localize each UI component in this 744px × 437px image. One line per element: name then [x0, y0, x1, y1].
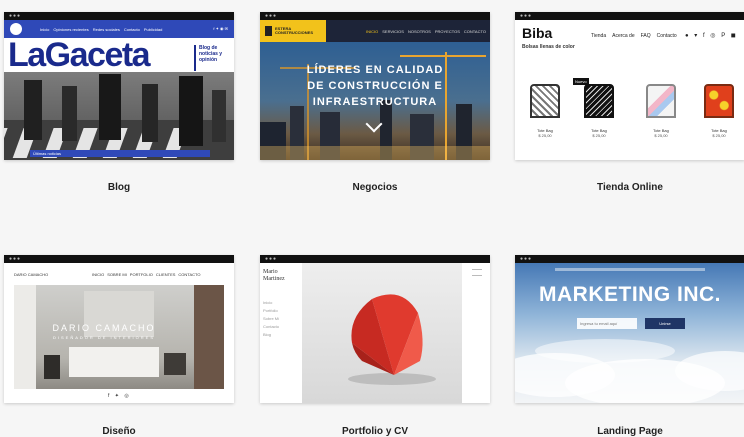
template-thumbnail-portfolio[interactable]: ●●● Mario Martinez Inicio Portfolio Sobr…: [260, 255, 490, 403]
landing-headline: MARKETING INC.: [539, 283, 721, 306]
building-icon: [265, 26, 272, 36]
window-bar: ●●●: [515, 12, 744, 20]
product-price: $ 25,00: [712, 133, 726, 138]
diseno-nav-item[interactable]: CONTACTO: [178, 272, 200, 277]
portfolio-hero-photo: [302, 263, 462, 403]
blog-nav-item[interactable]: Redes sociales: [93, 27, 120, 32]
diseno-hero-photo: DARIO CAMACHO DISEÑADOR DE INTERIORES: [14, 285, 224, 389]
blog-nav-item[interactable]: Publicidad: [144, 27, 162, 32]
negocios-nav-item[interactable]: CONTACTO: [464, 29, 486, 34]
blog-nav-item[interactable]: Inicio: [40, 27, 49, 32]
shop-header-icons[interactable]: ● ▾ f ◎ P ◼: [685, 32, 738, 39]
breaking-news-ticker[interactable]: Últimas noticias: [30, 150, 210, 157]
window-bar: ●●●: [4, 255, 234, 263]
window-bar: ●●●: [260, 255, 490, 263]
shop-nav-item[interactable]: Contacto: [657, 33, 677, 39]
template-thumbnail-tienda-online[interactable]: ●●● Biba Bolsas llenas de color Tienda A…: [515, 12, 744, 160]
portfolio-menu-item[interactable]: Blog: [263, 331, 279, 339]
hamburger-menu-icon[interactable]: [472, 269, 482, 276]
product-card[interactable]: Tote Bag $ 25,00: [637, 84, 685, 138]
window-bar: ●●●: [4, 12, 234, 20]
product-price: $ 25,00: [654, 133, 668, 138]
template-thumbnail-diseno[interactable]: ●●● DARIO CAMACHO INICIO SOBRE MI PORTFO…: [4, 255, 234, 403]
negocios-navbar: ESTERA CONSTRUCCIONES INICIO SERVICIOS N…: [260, 20, 490, 42]
blog-nav-item[interactable]: Opiniones recientes: [53, 27, 88, 32]
email-input[interactable]: [577, 318, 637, 329]
window-bar: ●●●: [260, 12, 490, 20]
portfolio-brand: Mario Martinez: [263, 269, 285, 282]
shop-nav-item[interactable]: FAQ: [641, 33, 651, 39]
portfolio-menu-item[interactable]: Portfolio: [263, 307, 279, 315]
tote-bag-image: [704, 84, 734, 118]
negocios-hero-photo: LÍDERES EN CALIDAD DE CONSTRUCCIÓN E INF…: [260, 42, 490, 160]
template-thumbnail-negocios[interactable]: ●●● ESTERA CONSTRUCCIONES INICIO SERVICI…: [260, 12, 490, 160]
blog-tagline: Blog de noticias y opinión: [199, 45, 223, 63]
logo-icon: [10, 23, 22, 35]
negocios-nav-item[interactable]: PROYECTOS: [435, 29, 460, 34]
tote-bag-image: [530, 84, 560, 118]
negocios-nav-item[interactable]: INICIO: [366, 29, 378, 34]
template-thumbnail-blog[interactable]: ●●● Inicio Opiniones recientes Redes soc…: [4, 12, 234, 160]
diseno-brand: DARIO CAMACHO: [14, 272, 49, 277]
social-icons[interactable]: f ✦ ◉ ✉: [213, 26, 228, 31]
social-icons[interactable]: f ✦ ◎: [108, 393, 131, 399]
negocios-headline: LÍDERES EN CALIDAD DE CONSTRUCCIÓN E INF…: [306, 64, 444, 108]
blog-hero-photo: [4, 72, 234, 160]
negocios-nav-item[interactable]: SERVICIOS: [382, 29, 404, 34]
template-caption[interactable]: Diseño: [4, 426, 234, 437]
shop-nav-item[interactable]: Acerca de: [612, 33, 635, 39]
product-card[interactable]: Tote Bag $ 25,00: [695, 84, 743, 138]
diseno-nav-item[interactable]: INICIO: [92, 272, 104, 277]
product-price: $ 25,00: [538, 133, 552, 138]
diseno-nav-item[interactable]: SOBRE MI: [107, 272, 127, 277]
portfolio-menu-item[interactable]: Sobre Mí: [263, 315, 279, 323]
tote-bag-image: [646, 84, 676, 118]
shop-nav-item[interactable]: Tienda: [591, 33, 606, 39]
blog-masthead: LaGaceta: [8, 36, 151, 74]
shop-brand: Biba: [522, 25, 553, 41]
template-thumbnail-landing-page[interactable]: ●●● MARKETING INC. Unirse: [515, 255, 744, 403]
portfolio-menu-item[interactable]: Contacto: [263, 323, 279, 331]
diseno-hero-subtitle: DISEÑADOR DE INTERIORES: [52, 335, 155, 340]
tote-bag-image: [584, 84, 614, 118]
diseno-nav-item[interactable]: PORTFOLIO: [130, 272, 153, 277]
shop-subtitle: Bolsas llenas de color: [522, 44, 575, 50]
template-caption[interactable]: Negocios: [260, 182, 490, 193]
ticker-label: Últimas noticias: [33, 151, 62, 156]
template-caption[interactable]: Portfolio y CV: [260, 426, 490, 437]
negocios-nav-item[interactable]: NOSOTROS: [408, 29, 431, 34]
portfolio-menu-item[interactable]: Inicio: [263, 299, 279, 307]
template-caption[interactable]: Blog: [4, 182, 234, 193]
blog-nav-item[interactable]: Contacto: [124, 27, 140, 32]
negocios-brand: ESTERA CONSTRUCCIONES: [275, 26, 314, 35]
diseno-nav-item[interactable]: CLIENTES: [156, 272, 176, 277]
template-caption[interactable]: Landing Page: [515, 426, 744, 437]
brand-logo: ESTERA CONSTRUCCIONES: [260, 20, 326, 42]
template-caption[interactable]: Tienda Online: [515, 182, 744, 193]
email-signup-form: Unirse: [577, 318, 685, 329]
product-price: $ 25,00: [592, 133, 606, 138]
diseno-hero-title: DARIO CAMACHO: [52, 323, 156, 333]
join-button[interactable]: Unirse: [645, 318, 685, 329]
product-card[interactable]: Tote Bag $ 25,00: [521, 84, 569, 138]
product-card[interactable]: Tote Bag $ 25,00: [575, 84, 623, 138]
